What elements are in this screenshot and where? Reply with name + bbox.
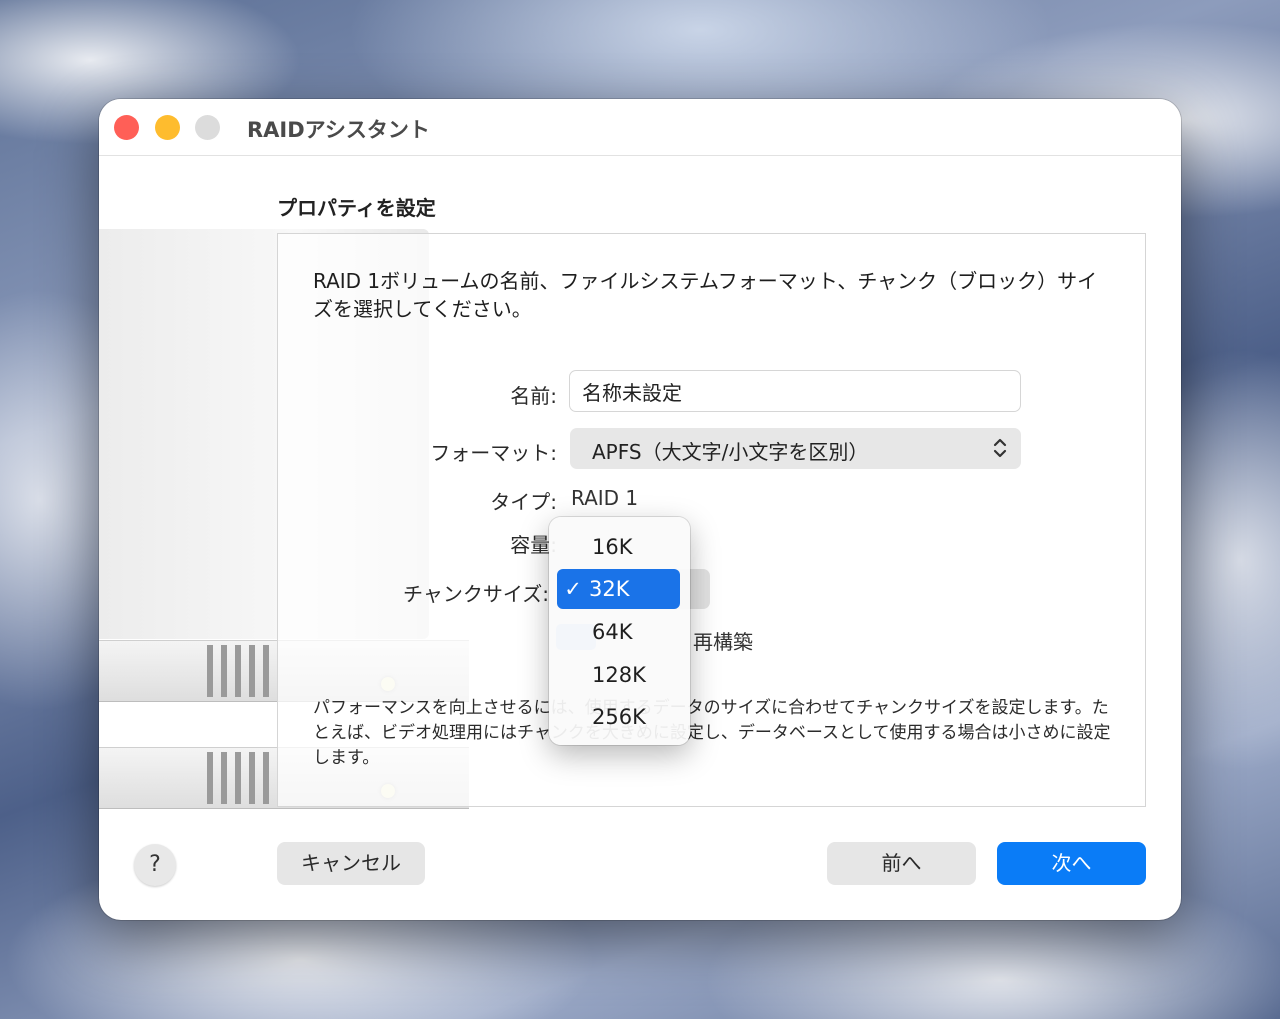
chunk-size-help-text: パフォーマンスを向上させるには、使用するデータのサイズに合わせてチャンクサイズを…	[313, 698, 1111, 768]
capacity-label: 容量:	[510, 533, 557, 557]
checkmark-icon: ✓	[564, 577, 582, 601]
format-selected-value: APFS（大文字/小文字を区別）	[592, 440, 869, 464]
menu-item-64k[interactable]: 64K	[557, 612, 680, 652]
updown-chevron-icon	[993, 438, 1007, 458]
menu-item-32k[interactable]: ✓ 32K	[557, 569, 680, 609]
format-select[interactable]: APFS（大文字/小文字を区別）	[570, 428, 1021, 469]
instructions-text: RAID 1ボリュームの名前、ファイルシステムフォーマット、チャンク（ブロック）…	[313, 269, 1098, 321]
rebuild-checkbox-label: 再構築	[693, 630, 753, 654]
minimize-button[interactable]	[155, 115, 180, 140]
cancel-button[interactable]: キャンセル	[277, 842, 425, 885]
menu-item-label: 32K	[589, 577, 630, 601]
section-title: プロパティを設定	[277, 196, 436, 220]
name-field[interactable]	[569, 370, 1021, 412]
next-button[interactable]: 次へ	[997, 842, 1146, 885]
type-value: RAID 1	[571, 486, 639, 510]
help-button[interactable]: ?	[134, 844, 176, 886]
close-button[interactable]	[114, 115, 139, 140]
raid-assistant-window: RAIDアシスタント プロパティを設定 RAID 1ボリュームの名前、ファイルシ…	[99, 99, 1181, 920]
title-bar: RAIDアシスタント	[99, 99, 1181, 156]
chunk-size-label: チャンクサイズ:	[403, 582, 549, 606]
chunk-size-menu: 16K ✓ 32K 64K 128K 256K	[549, 517, 690, 745]
window-title: RAIDアシスタント	[247, 118, 430, 142]
menu-item-16k[interactable]: 16K	[557, 527, 680, 567]
zoom-button	[195, 115, 220, 140]
menu-item-128k[interactable]: 128K	[557, 655, 680, 695]
type-label: タイプ:	[490, 490, 557, 514]
menu-item-256k[interactable]: 256K	[557, 697, 680, 737]
format-label: フォーマット:	[430, 441, 557, 465]
back-button[interactable]: 前へ	[827, 842, 976, 885]
name-label: 名前:	[510, 384, 557, 408]
